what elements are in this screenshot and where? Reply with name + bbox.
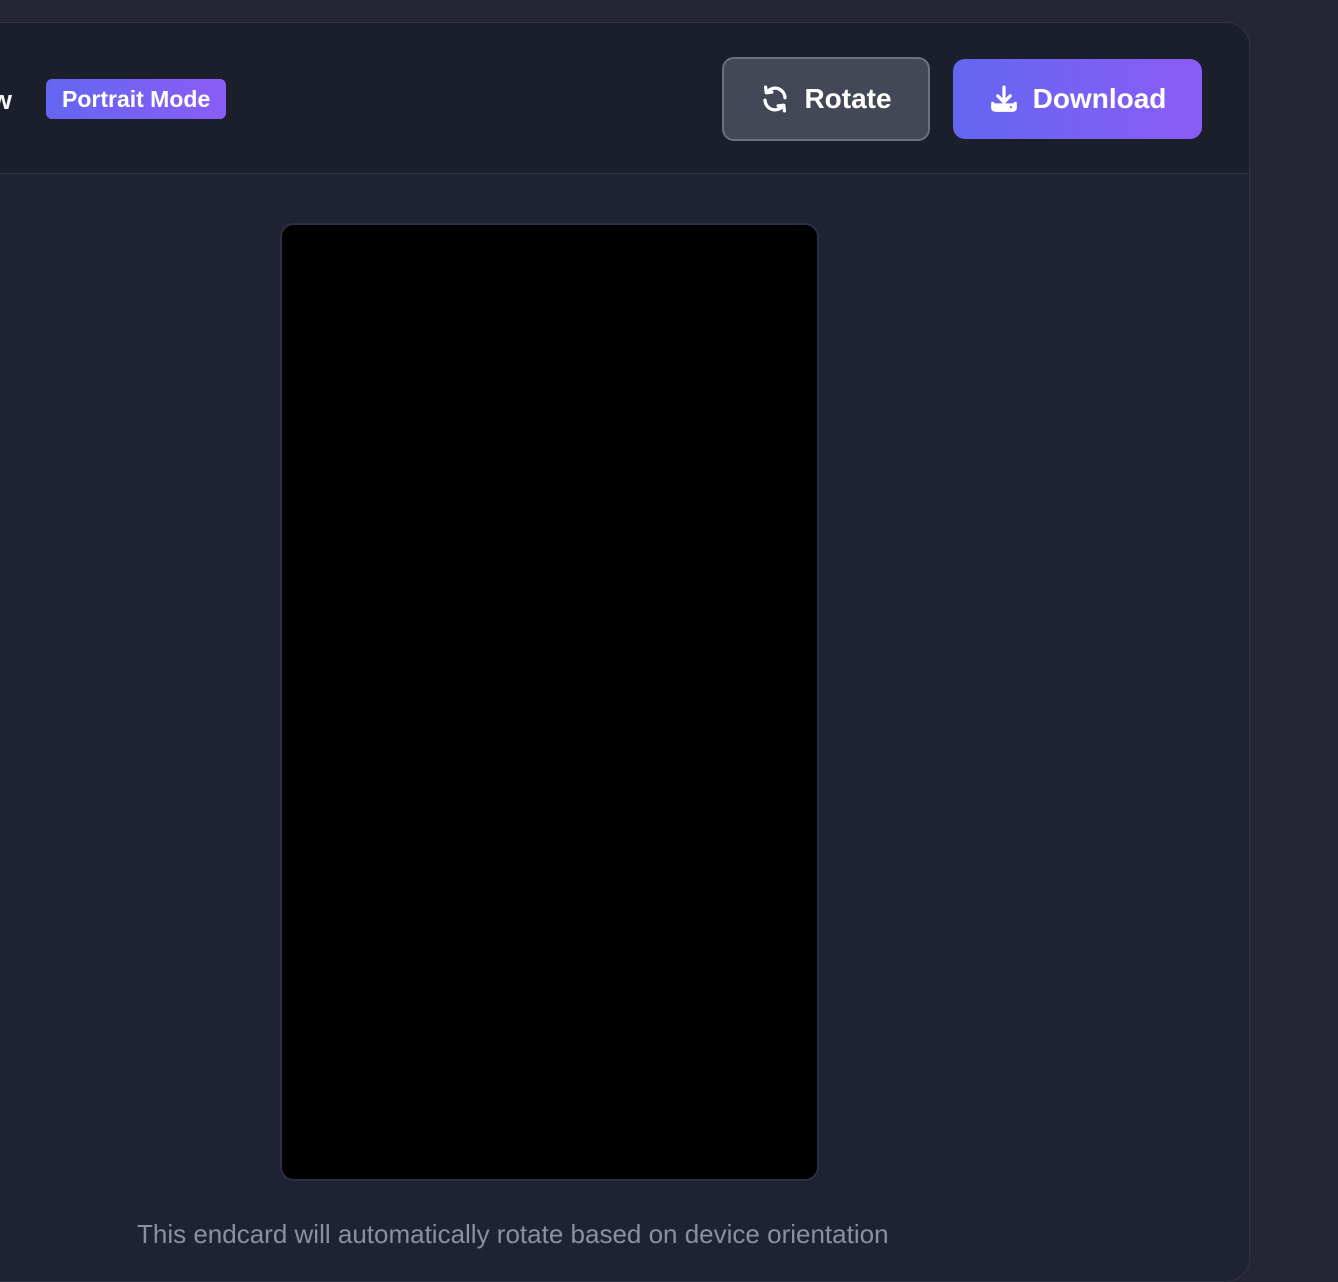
mode-badge: Portrait Mode	[46, 79, 227, 119]
endcard-preview[interactable]	[280, 223, 819, 1181]
rotation-note: This endcard will automatically rotate b…	[137, 1219, 889, 1249]
download-button[interactable]: Download	[953, 59, 1202, 139]
preview-panel: w Portrait Mode Rotate	[0, 22, 1250, 1282]
panel-title: w	[0, 83, 12, 117]
download-button-label: Download	[1032, 83, 1167, 114]
rotate-icon	[760, 84, 790, 114]
download-icon	[989, 84, 1019, 114]
panel-header: w Portrait Mode Rotate	[0, 23, 1249, 174]
rotate-button-label: Rotate	[804, 83, 892, 114]
rotate-button[interactable]: Rotate	[722, 57, 930, 141]
